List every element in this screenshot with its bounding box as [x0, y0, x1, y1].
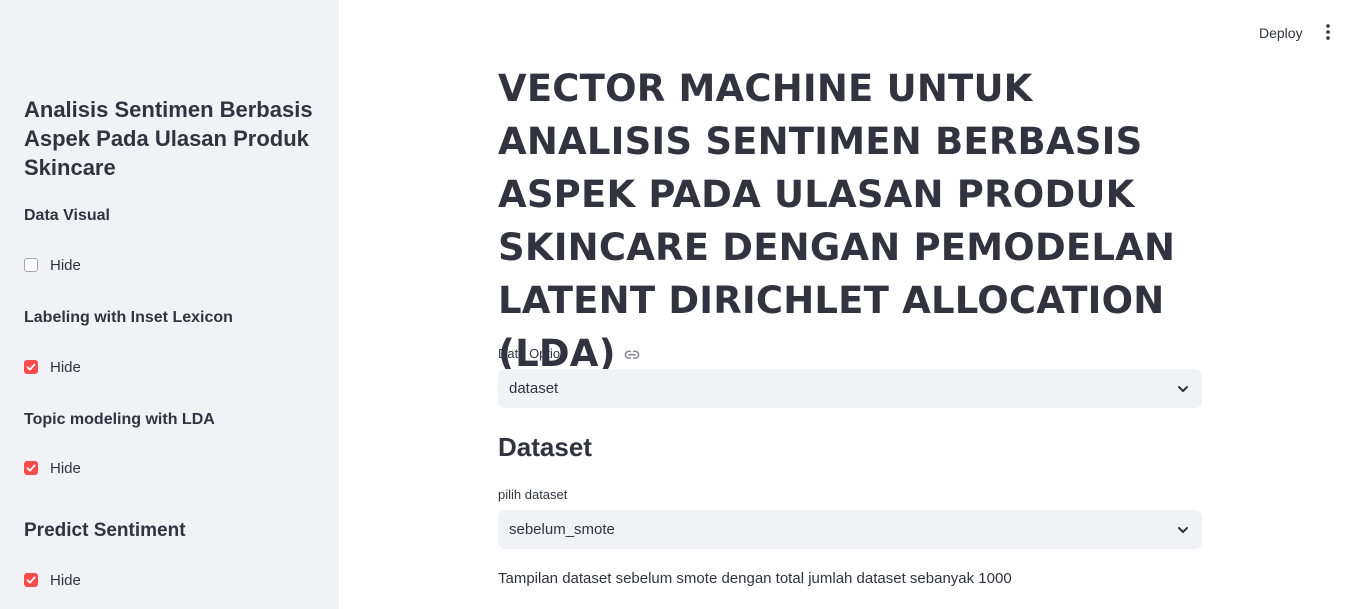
dataset-select[interactable]: sebelum_smote [498, 510, 1202, 549]
checkbox-label: Hide [50, 459, 81, 477]
hide-data-visual-checkbox[interactable]: Hide [24, 255, 81, 275]
sidebar: Analisis Sentimen Berbasis Aspek Pada Ul… [0, 0, 339, 609]
section-heading-labeling: Labeling with Inset Lexicon [24, 309, 233, 326]
checkbox-label: Hide [50, 571, 81, 589]
section-heading-data-visual: Data Visual [24, 207, 110, 224]
section-heading-predict-sentiment: Predict Sentiment [24, 520, 186, 541]
select-value: dataset [509, 380, 559, 397]
page-title-text: VECTOR MACHINE UNTUK ANALISIS SENTIMEN B… [498, 67, 1176, 375]
deploy-button[interactable]: Deploy [1251, 20, 1311, 46]
dataset-heading: Dataset [498, 432, 592, 462]
data-option-select[interactable]: dataset [498, 369, 1202, 408]
vertical-ellipsis-icon[interactable] [1316, 20, 1340, 44]
section-heading-topic-modeling: Topic modeling with LDA [24, 411, 215, 428]
chevron-down-icon [1178, 385, 1188, 392]
pilih-dataset-label: pilih dataset [498, 487, 568, 502]
page-title: VECTOR MACHINE UNTUK ANALISIS SENTIMEN B… [498, 62, 1208, 380]
hide-predict-sentiment-checkbox[interactable]: Hide [24, 570, 81, 590]
hide-labeling-checkbox[interactable]: Hide [24, 357, 81, 377]
dataset-description: Tampilan dataset sebelum smote dengan to… [498, 570, 1012, 587]
checkbox-unchecked-icon[interactable] [24, 258, 38, 272]
select-value: sebelum_smote [509, 521, 615, 538]
checkbox-checked-icon[interactable] [24, 461, 38, 475]
sidebar-title: Analisis Sentimen Berbasis Aspek Pada Ul… [24, 97, 313, 180]
checkbox-label: Hide [50, 256, 81, 274]
link-icon[interactable] [622, 346, 642, 366]
hide-topic-modeling-checkbox[interactable]: Hide [24, 458, 81, 478]
checkbox-label: Hide [50, 358, 81, 376]
chevron-down-icon [1178, 526, 1188, 533]
checkbox-checked-icon[interactable] [24, 360, 38, 374]
checkbox-checked-icon[interactable] [24, 573, 38, 587]
data-option-label: Data Option [498, 346, 568, 361]
